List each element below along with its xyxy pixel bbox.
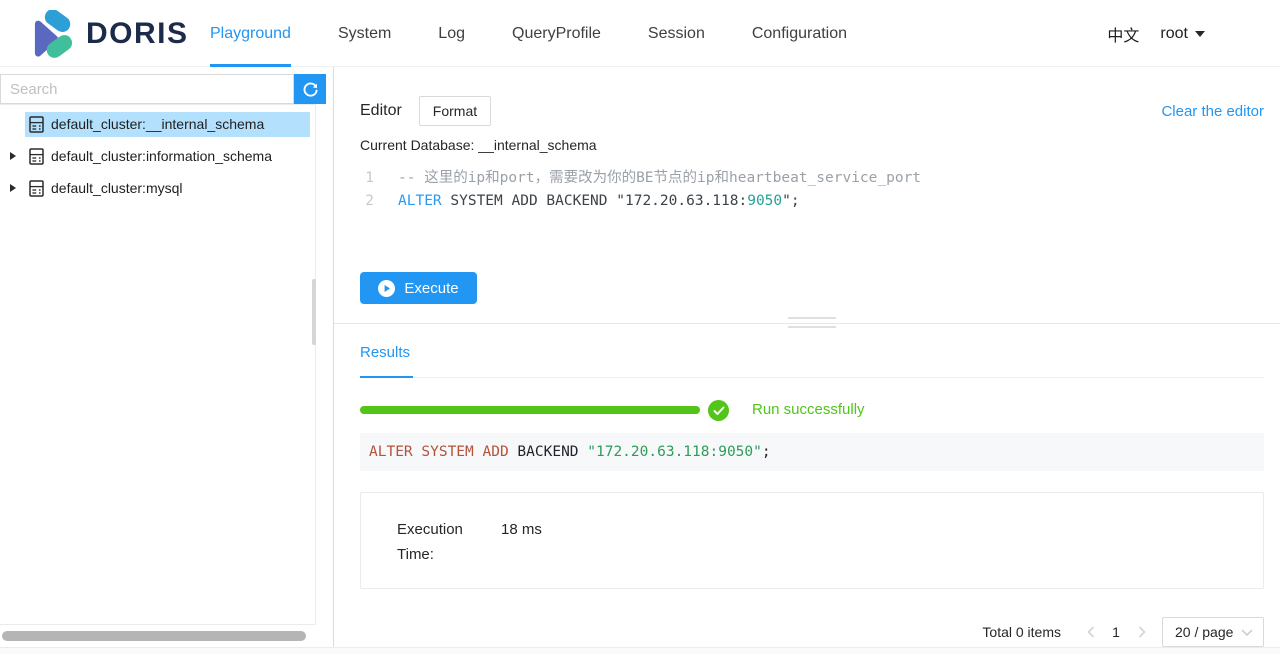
nav-item-playground[interactable]: Playground [210,0,291,67]
play-icon [378,280,395,297]
success-check-icon [708,400,729,421]
main-nav: Playground System Log QueryProfile Sessi… [210,0,847,67]
doris-logo[interactable]: DORIS [28,9,189,59]
database-icon [29,116,44,133]
nav-item-system[interactable]: System [338,0,391,67]
clear-editor-link[interactable]: Clear the editor [1161,103,1264,120]
chevron-down-icon [1241,624,1253,640]
editor-toolbar: Editor Format Clear the editor [360,96,1264,126]
bottom-strip [0,648,1280,654]
format-button[interactable]: Format [419,96,491,126]
line-number: 1 [360,167,374,190]
vertical-scrollbar[interactable] [312,279,316,345]
nav-item-log[interactable]: Log [438,0,465,67]
current-database-label: Current Database: __internal_schema [360,137,597,153]
nav-item-configuration[interactable]: Configuration [752,0,847,67]
caret-down-icon [1195,31,1205,37]
pagination-total: Total 0 items [982,624,1061,640]
expand-caret-icon[interactable] [0,184,25,192]
editor-line-2: 2 ALTER SYSTEM ADD BACKEND "172.20.63.11… [360,190,921,213]
progress-bar [360,406,700,414]
search-input[interactable] [0,74,294,104]
main-content: Editor Format Clear the editor Current D… [334,67,1280,654]
results-tab-border [360,377,1264,378]
header-right: 中文 root [1107,0,1205,67]
split-divider [334,323,1280,324]
database-icon [29,180,44,197]
user-menu[interactable]: root [1160,25,1205,43]
refresh-icon [302,81,319,98]
language-switch[interactable]: 中文 [1107,22,1139,46]
next-page-icon[interactable] [1130,626,1154,638]
refresh-button[interactable] [294,74,326,104]
username: root [1160,25,1188,43]
tree-item-selected: default_cluster:__internal_schema [25,112,310,137]
tree-item-mysql[interactable]: default_cluster:mysql [0,172,315,204]
executed-sql-box: ALTER SYSTEM ADD BACKEND "172.20.63.118:… [360,433,1264,471]
tree-item-internal-schema[interactable]: default_cluster:__internal_schema [0,108,315,140]
nav-item-session[interactable]: Session [648,0,705,67]
expand-caret-icon[interactable] [0,152,25,160]
prev-page-icon[interactable] [1078,626,1102,638]
tree-item-information-schema[interactable]: default_cluster:information_schema [0,140,315,172]
execution-time-value: 18 ms [501,517,542,542]
page-size-select[interactable]: 20 / page [1162,617,1264,647]
results-tab-underline [360,376,413,378]
database-tree: default_cluster:__internal_schema defaul… [0,104,316,625]
execution-time-label: Execution Time: [397,517,477,567]
execute-button[interactable]: Execute [360,272,477,304]
sql-editor[interactable]: 1 -- 这里的ip和port，需要改为你的BE节点的ip和heartbeat_… [360,167,921,213]
pagination-current-page[interactable]: 1 [1102,624,1130,640]
horizontal-scrollbar[interactable] [2,631,306,641]
doris-logo-icon [28,10,76,58]
brand-text: DORIS [86,17,189,51]
line-number: 2 [360,190,374,213]
top-navbar: DORIS Playground System Log QueryProfile… [0,0,1280,67]
pagination: Total 0 items 1 20 / page [982,616,1264,648]
tab-results[interactable]: Results [360,344,410,361]
editor-title: Editor [360,102,402,120]
execution-time-panel: Execution Time: 18 ms [360,492,1264,589]
nav-item-queryprofile[interactable]: QueryProfile [512,0,601,67]
editor-line-1: 1 -- 这里的ip和port，需要改为你的BE节点的ip和heartbeat_… [360,167,921,190]
database-icon [29,148,44,165]
run-status-text: Run successfully [752,401,865,418]
